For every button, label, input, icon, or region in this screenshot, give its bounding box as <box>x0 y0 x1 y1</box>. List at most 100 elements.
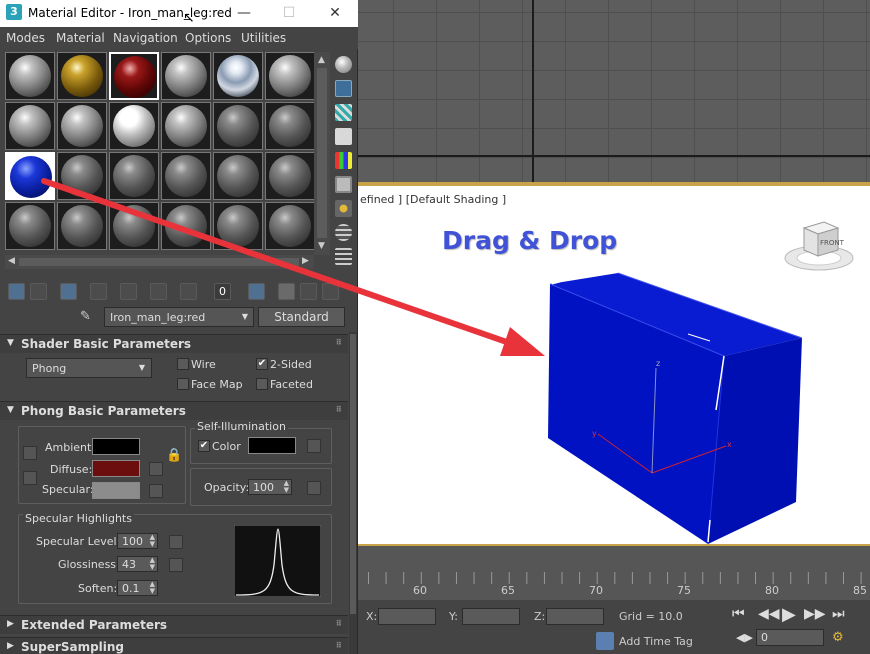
make-preview-icon[interactable] <box>335 176 352 193</box>
self-illum-color-swatch[interactable] <box>248 437 296 454</box>
maximize-button[interactable]: ☐ <box>277 3 301 23</box>
material-sample-slot[interactable] <box>5 52 55 100</box>
material-sample-slot[interactable] <box>109 102 159 150</box>
material-sample-slot[interactable] <box>109 202 159 250</box>
x-coord-field[interactable] <box>378 608 436 625</box>
diffuse-color-swatch[interactable] <box>92 460 140 477</box>
two-sided-checkbox[interactable]: ✔ <box>256 358 268 370</box>
material-sample-slot[interactable] <box>265 152 315 200</box>
material-sample-slot[interactable] <box>265 52 315 100</box>
next-frame-icon[interactable]: ▶▶ <box>804 606 826 622</box>
material-sample-slot[interactable] <box>109 52 159 100</box>
shader-basic-rollout-header[interactable]: ▼ Shader Basic Parameters ⠿ <box>0 334 348 353</box>
go-to-parent-icon[interactable] <box>300 283 317 300</box>
show-end-result-icon[interactable] <box>278 283 295 300</box>
z-coord-field[interactable] <box>546 608 604 625</box>
material-name-field[interactable]: Iron_man_leg:red ▼ <box>104 307 254 327</box>
slots-horizontal-scrollbar[interactable]: ◀ ▶ <box>5 255 314 269</box>
material-sample-slot[interactable] <box>213 52 263 100</box>
lock-diffuse-specular-map-icon[interactable] <box>23 471 37 485</box>
scroll-track[interactable] <box>317 68 327 238</box>
minimize-button[interactable]: — <box>232 3 256 23</box>
material-sample-slot[interactable] <box>265 202 315 250</box>
material-sample-slot[interactable] <box>161 202 211 250</box>
make-unique-icon[interactable] <box>150 283 167 300</box>
backlight-icon[interactable] <box>335 80 352 97</box>
reset-material-icon[interactable] <box>90 283 107 300</box>
opacity-map-button[interactable] <box>307 481 321 495</box>
menu-modes[interactable]: Modes <box>6 31 45 45</box>
viewcube-icon[interactable]: FRONT <box>782 214 856 276</box>
material-sample-slot[interactable] <box>5 102 55 150</box>
material-sample-slot[interactable] <box>213 202 263 250</box>
material-type-button[interactable]: Standard <box>258 307 345 327</box>
menu-options[interactable]: Options <box>185 31 231 45</box>
parameters-scroll-thumb[interactable] <box>350 334 356 614</box>
material-sample-slot[interactable] <box>265 102 315 150</box>
title-bar[interactable]: 3 Material Editor - Iron_man_leg:red ↖ —… <box>0 0 358 27</box>
time-config-icon[interactable]: ⚙ <box>832 630 844 645</box>
perspective-viewport[interactable]: efined ] [Default Shading ] Drag & Drop … <box>358 186 870 545</box>
supersampling-rollout-header[interactable]: ▶ SuperSampling ⠿ <box>0 637 348 654</box>
put-to-library-icon[interactable] <box>180 283 197 300</box>
sample-type-icon[interactable] <box>335 56 352 73</box>
opacity-spinner[interactable]: 100 ▲ ▼ <box>248 479 292 495</box>
ambient-color-swatch[interactable] <box>92 438 140 455</box>
scroll-left-icon[interactable]: ◀ <box>8 256 15 266</box>
material-sample-slot[interactable] <box>161 102 211 150</box>
material-id-channel-icon[interactable]: 0 <box>214 283 231 300</box>
go-to-start-icon[interactable]: ⏮ <box>732 606 745 622</box>
self-illum-map-button[interactable] <box>307 439 321 453</box>
menu-utilities[interactable]: Utilities <box>241 31 286 45</box>
get-material-icon[interactable] <box>8 283 25 300</box>
add-time-tag-button[interactable]: Add Time Tag <box>619 635 693 648</box>
specular-level-spinner[interactable]: 100 ▲ ▼ <box>117 533 158 549</box>
menu-material[interactable]: Material <box>56 31 105 45</box>
phong-basic-rollout-header[interactable]: ▼ Phong Basic Parameters ⠿ <box>0 401 348 420</box>
key-mode-icon[interactable]: ◀▶ <box>736 631 753 644</box>
put-to-scene-icon[interactable] <box>30 283 47 300</box>
wire-checkbox[interactable] <box>177 358 189 370</box>
slots-vertical-scrollbar[interactable]: ▲ ▼ <box>314 52 330 255</box>
scroll-down-icon[interactable]: ▼ <box>318 241 325 251</box>
background-icon[interactable] <box>335 104 352 121</box>
eyedropper-icon[interactable]: ✎ <box>80 309 91 324</box>
scroll-right-icon[interactable]: ▶ <box>302 256 309 266</box>
face-map-checkbox[interactable] <box>177 378 189 390</box>
material-sample-slot[interactable] <box>5 202 55 250</box>
go-to-end-icon[interactable]: ⏭ <box>832 606 845 622</box>
material-sample-slot[interactable] <box>213 152 263 200</box>
glossiness-map-button[interactable] <box>169 558 183 572</box>
time-tag-icon[interactable] <box>596 632 614 650</box>
timeline-ruler[interactable]: 60 65 70 75 80 85 <box>358 546 870 600</box>
material-navigator-icon[interactable] <box>335 248 352 265</box>
spinner-arrows-icon[interactable]: ▲ ▼ <box>284 480 289 494</box>
previous-frame-icon[interactable]: ◀◀ <box>758 606 780 622</box>
material-sample-slot[interactable] <box>57 202 107 250</box>
close-button[interactable]: ✕ <box>323 3 347 23</box>
scroll-thumb[interactable] <box>19 258 299 266</box>
spinner-arrows-icon[interactable]: ▲ ▼ <box>150 534 155 548</box>
uv-tiling-icon[interactable] <box>335 128 352 145</box>
material-sample-slot[interactable] <box>57 52 107 100</box>
self-illum-color-checkbox[interactable]: ✔ <box>198 440 210 452</box>
blue-box-object[interactable]: x y z <box>540 270 810 548</box>
go-forward-sibling-icon[interactable] <box>322 283 339 300</box>
faceted-checkbox[interactable] <box>256 378 268 390</box>
parameters-scrollbar[interactable] <box>349 332 357 654</box>
specular-map-button[interactable] <box>149 484 163 498</box>
scroll-up-icon[interactable]: ▲ <box>318 55 325 65</box>
spinner-arrows-icon[interactable]: ▲ ▼ <box>150 557 155 571</box>
top-viewport[interactable] <box>358 0 870 182</box>
select-by-material-icon[interactable] <box>335 224 352 241</box>
menu-navigation[interactable]: Navigation <box>113 31 178 45</box>
material-sample-slot[interactable] <box>161 152 211 200</box>
glossiness-spinner[interactable]: 43 ▲ ▼ <box>117 556 158 572</box>
lock-icon[interactable]: 🔒 <box>166 448 182 463</box>
video-color-check-icon[interactable] <box>335 152 352 169</box>
y-coord-field[interactable] <box>462 608 520 625</box>
assign-to-selection-icon[interactable] <box>60 283 77 300</box>
material-sample-slot[interactable] <box>57 102 107 150</box>
shader-dropdown[interactable]: Phong ▼ <box>26 358 152 378</box>
material-sample-slot[interactable] <box>5 152 55 200</box>
